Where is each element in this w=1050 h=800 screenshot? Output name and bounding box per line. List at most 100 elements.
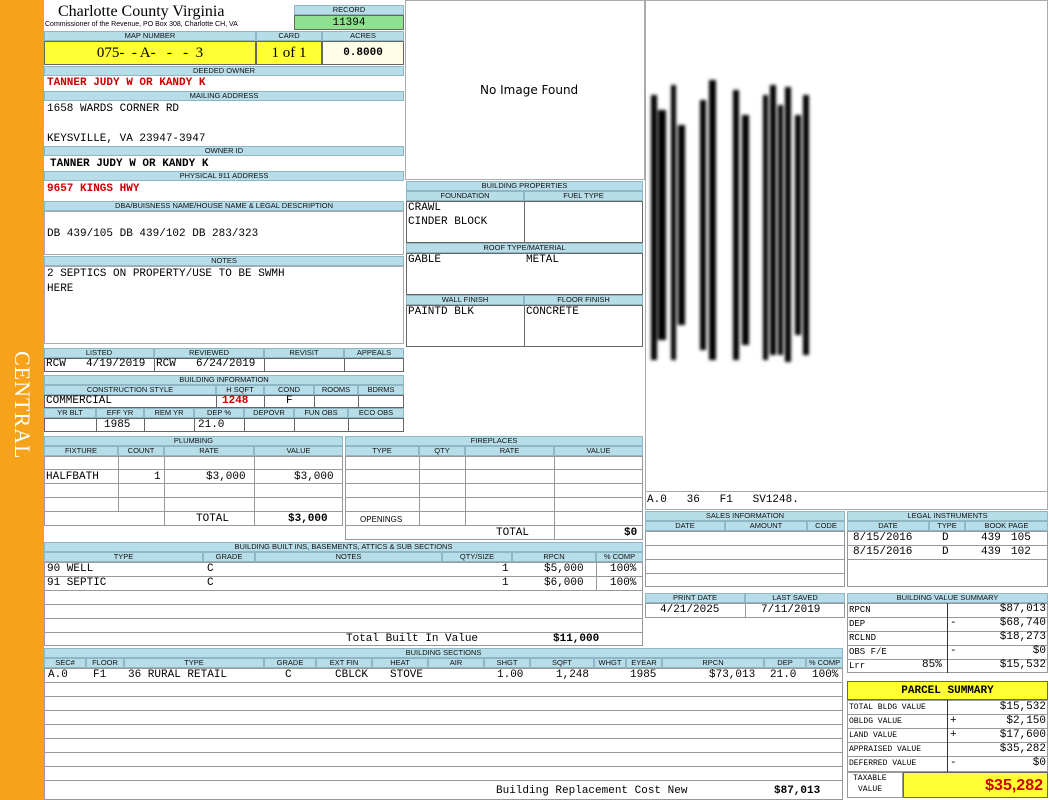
plumb-total: $3,000	[288, 513, 328, 525]
floor-label: FLOOR	[86, 658, 124, 668]
count-label: COUNT	[118, 446, 164, 456]
sec-row-heat: STOVE	[390, 669, 424, 681]
vs-dep-label: DEP	[849, 619, 866, 629]
construction-style: COMMERCIAL	[46, 395, 113, 407]
effyr-label: EFF YR	[96, 408, 144, 418]
air-label: AIR	[428, 658, 484, 668]
sec-row-grade: C	[285, 669, 292, 681]
bi-row2-qty: 1	[502, 577, 509, 589]
legal-instruments-label: LEGAL INSTRUMENTS	[847, 511, 1048, 521]
li-row2-book: 439	[981, 546, 1001, 558]
sec-row-sqft: 1,248	[556, 669, 590, 681]
li-row1-page: 105	[1011, 532, 1031, 544]
sec-row-type: 36 RURAL RETAIL	[128, 669, 228, 681]
whgt-label: WHGT	[594, 658, 626, 668]
sec-row-rpcn: $73,013	[709, 669, 756, 681]
parcel-summary-title: PARCEL SUMMARY	[847, 681, 1048, 700]
bi-row1-rpcn: $5,000	[544, 563, 584, 575]
sketch-drawing	[651, 80, 809, 362]
li-row2-page: 102	[1011, 546, 1031, 558]
condition: F	[286, 395, 293, 407]
sec-row-comp: 100%	[812, 669, 839, 681]
funobs-label: FUN OBS	[294, 408, 348, 418]
sec-type-label: TYPE	[124, 658, 264, 668]
roof-type: GABLE	[408, 254, 442, 266]
vs-rclnd-label: RCLND	[849, 633, 877, 643]
remyr-label: REM YR	[144, 408, 194, 418]
ps-land-value: $17,600	[999, 729, 1046, 741]
vs-obs-label: OBS F/E	[849, 647, 887, 657]
vs-obs-value: $0	[1032, 645, 1046, 657]
shgt-label: SHGT	[484, 658, 530, 668]
appeals-label: APPEALS	[344, 348, 404, 358]
sec-row-extfin: CBLCK	[335, 669, 369, 681]
legal-description-label: DBA/BUISNESS NAME/HOUSE NAME & LEGAL DES…	[44, 201, 404, 211]
print-date-label: PRINT DATE	[645, 593, 745, 603]
cond-label: COND	[264, 385, 314, 395]
hsqft: 1248	[222, 395, 249, 407]
li-row1-book: 439	[981, 532, 1001, 544]
sales-date-label: DATE	[645, 521, 725, 531]
bdrms-label: BDRMS	[358, 385, 404, 395]
listed-by: RCW	[46, 358, 66, 370]
li-type-label: TYPE	[929, 521, 965, 531]
owner-id: TANNER JUDY W OR KANDY K	[50, 158, 209, 170]
last-saved-label: LAST SAVED	[745, 593, 845, 603]
mailing-address-label: MAILING ADDRESS	[44, 91, 404, 101]
bi-row2-type: 91 SEPTIC	[47, 577, 107, 589]
physical-address-label: PHYSICAL 911 ADDRESS	[44, 171, 404, 181]
map-number-label: MAP NUMBER	[44, 31, 256, 41]
bi-row2-comp: 100%	[610, 577, 637, 589]
fp-total-label: TOTAL	[496, 527, 530, 539]
card-number: 1 of 1	[256, 41, 322, 65]
value-summary-label: BUILDING VALUE SUMMARY	[847, 593, 1048, 603]
sec-dep-label: DEP	[764, 658, 806, 668]
vs-obs-op: -	[950, 645, 957, 657]
sec-row-eyear: 1985	[630, 669, 657, 681]
replacement-cost-value: $87,013	[774, 785, 821, 797]
roof-label: ROOF TYPE/MATERIAL	[406, 243, 643, 253]
ps-deferred-op: -	[950, 757, 957, 769]
ps-deferred-label: DEFERRED VALUE	[849, 759, 917, 768]
taxable-label-1: TAXABLE	[853, 774, 887, 783]
acres-value: 0.8000	[322, 41, 404, 65]
rooms-label: ROOMS	[314, 385, 358, 395]
reviewed-date: 6/24/2019	[196, 358, 256, 370]
listed-label: LISTED	[44, 348, 154, 358]
ps-obldg-value: $2,150	[1006, 715, 1046, 727]
ps-land-op: +	[950, 729, 957, 741]
ps-deferred-value: $0	[1032, 757, 1046, 769]
sales-code-label: CODE	[807, 521, 845, 531]
fp-type-label: TYPE	[345, 446, 419, 456]
ps-total-bldg-label: TOTAL BLDG VALUE	[849, 703, 926, 712]
dep-pct: 21.0	[198, 419, 225, 431]
vs-dep-op: -	[950, 617, 957, 629]
sqft-label: SQFT	[530, 658, 594, 668]
bi-row1-grade: C	[207, 563, 214, 575]
taxable-value: $35,282	[903, 772, 1048, 798]
mailing-address-line2: KEYSVILLE, VA 23947-3947	[47, 133, 206, 145]
fp-qty-label: QTY	[419, 446, 465, 456]
building-properties-label: BUILDING PROPERTIES	[406, 181, 643, 191]
fp-total: $0	[624, 527, 638, 539]
sec-row-shgt: 1.00	[497, 669, 524, 681]
replacement-cost-label: Building Replacement Cost New	[496, 785, 688, 797]
district-strip: CENTRAL	[0, 0, 44, 800]
plumb-value-label: VALUE	[254, 446, 343, 456]
mailing-address-line1: 1658 WARDS CORNER RD	[47, 103, 180, 115]
no-image-text: No Image Found	[480, 83, 579, 97]
fixture-label: FIXTURE	[44, 446, 118, 456]
ps-total-bldg-value: $15,532	[999, 701, 1046, 713]
vs-lrr-op: 85%	[922, 659, 942, 671]
vs-dep-value: $68,740	[999, 617, 1046, 629]
physical-address: 9657 KINGS HWY	[47, 183, 140, 195]
ps-appraised-value: $35,282	[999, 743, 1046, 755]
bi-row2-grade: C	[207, 577, 214, 589]
print-date: 4/21/2025	[660, 604, 720, 616]
sec-row-sec: A.0	[48, 669, 68, 681]
bi-notes-label: NOTES	[255, 552, 442, 562]
builtins-label: BUILDING BUILT INS, BASEMENTS, ATTICS & …	[44, 542, 643, 552]
fp-rate-label: RATE	[465, 446, 554, 456]
revisit-label: REVISIT	[264, 348, 344, 358]
sketch-caption: A.0 36 F1 SV1248.	[647, 494, 799, 506]
